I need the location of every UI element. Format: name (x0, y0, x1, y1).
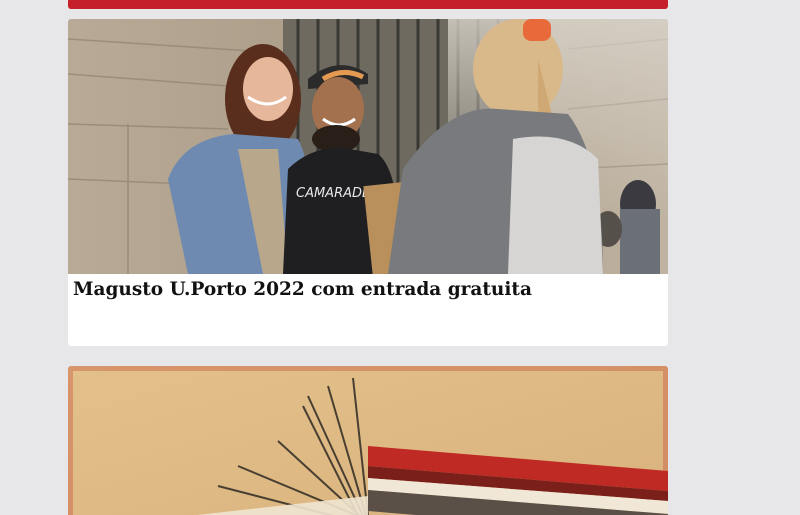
shirt-print-text: CAMARADE (296, 186, 371, 201)
news-feed: CAMARADE Magusto U.Porto 2022 com entrad… (0, 0, 800, 515)
article-card[interactable] (68, 366, 668, 515)
article-card[interactable]: CAMARADE Magusto U.Porto 2022 com entrad… (68, 19, 668, 346)
article-image[interactable]: CAMARADE (68, 19, 668, 274)
article-title[interactable]: Magusto U.Porto 2022 com entrada gratuit… (73, 278, 663, 302)
previous-card-red-bar (68, 0, 668, 9)
article-image[interactable] (68, 366, 668, 515)
